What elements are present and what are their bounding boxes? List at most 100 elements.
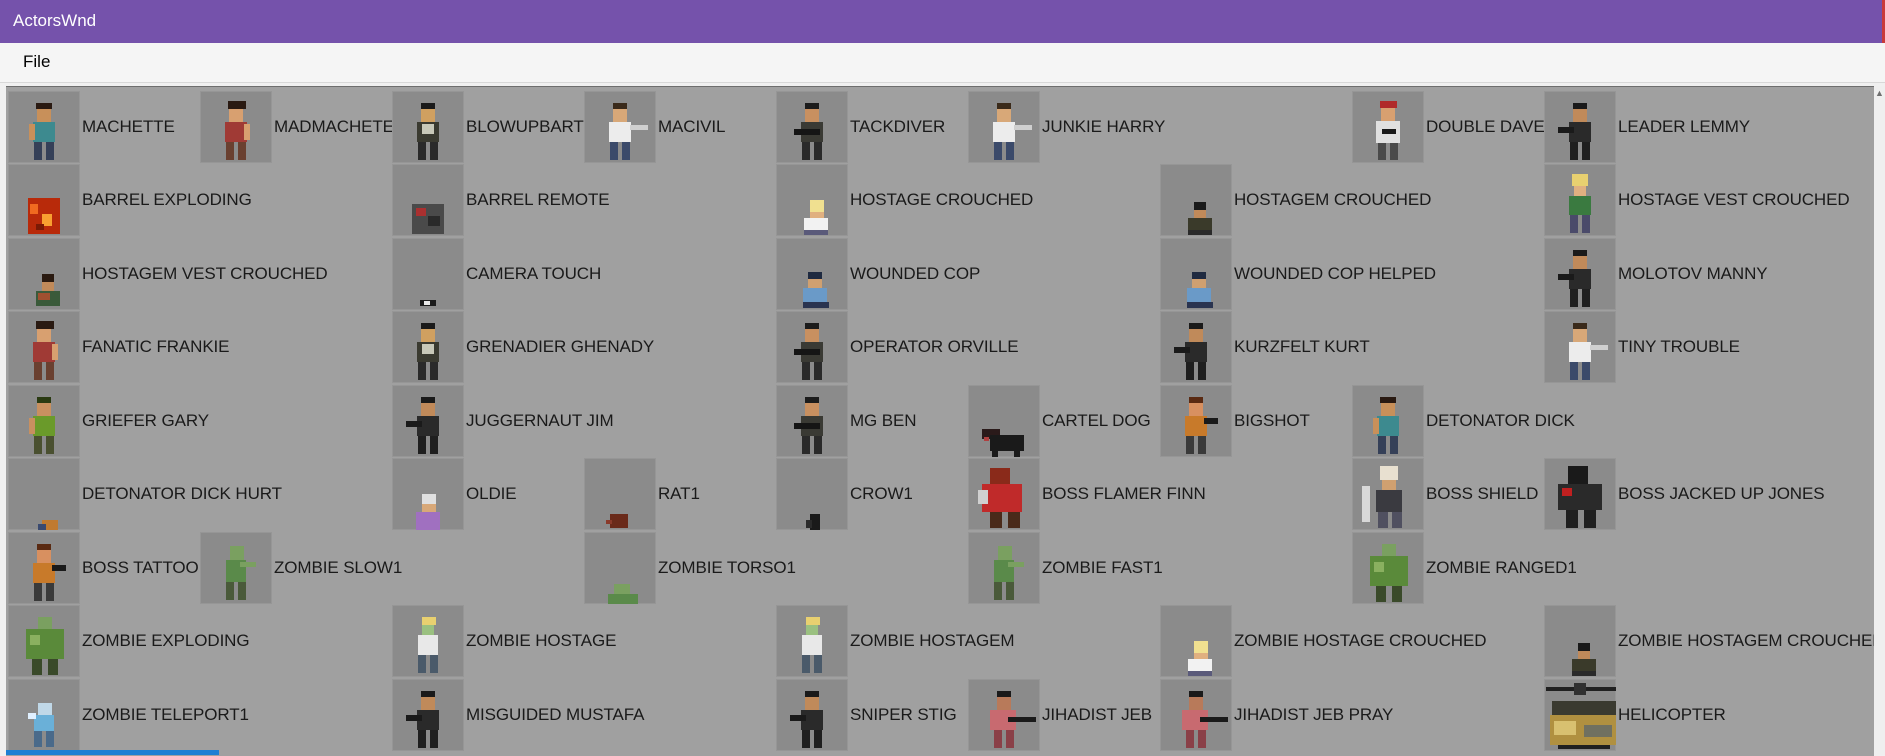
actor-grid[interactable]: MACHETTE MADMACHETE BLOWUPBART MACIVIL TACKD… — [6, 86, 1874, 756]
scroll-up-arrow-icon[interactable]: ▲ — [1875, 88, 1884, 98]
sprite-pixel — [1558, 744, 1610, 749]
actor-tile[interactable]: MOLOTOV MANNY — [1544, 237, 1768, 310]
actor-label: FANATIC FRANKIE — [82, 337, 230, 356]
actor-tile[interactable]: KURZFELT KURT — [1160, 311, 1370, 384]
actor-tile[interactable]: BARREL REMOTE — [392, 164, 610, 237]
sprite-pixel — [1008, 512, 1020, 528]
actor-tile[interactable]: TACKDIVER — [776, 90, 945, 163]
horizontal-scrollbar-thumb[interactable] — [6, 750, 219, 755]
actor-tile[interactable]: HOSTAGEM VEST CROUCHED — [8, 237, 328, 310]
actor-tile[interactable]: HOSTAGE VEST CROUCHED — [1544, 164, 1850, 237]
actor-tile[interactable]: ZOMBIE EXPLODING — [8, 605, 250, 678]
actor-tile[interactable]: JIHADIST JEB — [968, 678, 1152, 751]
actor-tile[interactable]: HOSTAGEM CROUCHED — [1160, 164, 1431, 237]
actor-label: ZOMBIE HOSTAGEM — [850, 631, 1015, 650]
sprite-pixel — [1570, 288, 1578, 307]
actor-thumbnail — [392, 458, 464, 530]
sprite-pixel — [430, 655, 438, 673]
actor-tile[interactable]: BLOWUPBART — [392, 90, 584, 163]
sprite-pixel — [46, 582, 54, 601]
actor-tile[interactable]: BOSS SHIELD — [1352, 458, 1538, 531]
actor-tile[interactable]: BOSS JACKED UP JONES — [1544, 458, 1825, 531]
sprite-pixel — [1582, 362, 1590, 380]
sprite-pixel — [1578, 651, 1590, 659]
actor-tile[interactable]: MG BEN — [776, 384, 917, 457]
actor-label: DETONATOR DICK HURT — [82, 484, 282, 503]
actor-label: GRIEFER GARY — [82, 410, 209, 430]
sprite-pixel — [1378, 435, 1386, 454]
actor-tile[interactable]: LEADER LEMMY — [1544, 90, 1750, 163]
actor-tile[interactable]: ZOMBIE HOSTAGE — [392, 605, 616, 678]
actor-tile[interactable]: BARREL EXPLODING — [8, 164, 252, 237]
sprite-pixel — [1192, 271, 1206, 279]
actor-tile[interactable]: JUGGERNAUT JIM — [392, 384, 614, 457]
actor-tile[interactable]: CROW1 — [776, 458, 913, 531]
actor-tile[interactable]: SNIPER STIG — [776, 678, 957, 751]
vertical-scrollbar[interactable]: ▲ — [1874, 86, 1885, 755]
actor-tile[interactable]: MADMACHETE — [200, 90, 394, 163]
actor-tile[interactable]: CARTEL DOG — [968, 384, 1151, 457]
actor-tile[interactable]: ZOMBIE HOSTAGEM — [776, 605, 1015, 678]
actor-tile[interactable]: MACHETTE — [8, 90, 175, 163]
sprite-pixel — [424, 300, 430, 305]
sprite-pixel — [805, 402, 819, 416]
sprite-pixel — [1194, 210, 1206, 218]
sprite-pixel — [1390, 435, 1398, 454]
actor-tile[interactable]: FANATIC FRANKIE — [8, 311, 230, 384]
sprite-pixel — [244, 123, 250, 140]
actor-tile[interactable]: OLDIE — [392, 458, 517, 531]
sprite-pixel — [1376, 585, 1386, 602]
actor-tile[interactable]: GRENADIER GHENADY — [392, 311, 654, 384]
actor-tile[interactable]: WOUNDED COP — [776, 237, 980, 310]
actor-tile[interactable]: BIGSHOT — [1160, 384, 1310, 457]
sprite-pixel — [32, 659, 42, 675]
actor-tile[interactable]: JIHADIST JEB PRAY — [1160, 678, 1393, 751]
actor-tile[interactable]: BOSS TATTOO — [8, 531, 199, 604]
actor-tile[interactable]: DOUBLE DAVE — [1352, 90, 1545, 163]
actor-tile[interactable]: MACIVIL — [584, 90, 725, 163]
sprite-pixel — [1378, 142, 1386, 160]
actor-tile[interactable]: ZOMBIE SLOW1 — [200, 531, 402, 604]
actor-tile[interactable]: WOUNDED COP HELPED — [1160, 237, 1436, 310]
sprite-pixel — [229, 108, 243, 122]
actor-thumbnail — [392, 164, 464, 236]
actor-tile[interactable]: CAMERA TOUCH — [392, 237, 601, 310]
sprite-pixel — [990, 468, 1010, 484]
actor-label: HOSTAGE CROUCHED — [850, 190, 1034, 209]
actor-tile[interactable]: GRIEFER GARY — [8, 384, 209, 457]
actor-label: JUNKIE HARRY — [1042, 116, 1166, 136]
actor-tile[interactable]: MISGUIDED MUSTAFA — [392, 678, 644, 751]
actor-label: LEADER LEMMY — [1618, 116, 1751, 136]
actor-thumbnail — [8, 90, 80, 163]
sprite-pixel — [48, 659, 58, 675]
sprite-pixel — [226, 141, 234, 160]
actor-thumbnail — [1352, 90, 1424, 163]
menu-file[interactable]: File — [12, 49, 61, 75]
actor-tile[interactable]: HELICOPTER — [1544, 678, 1726, 751]
actor-tile[interactable]: ZOMBIE HOSTAGEM CROUCHED — [1544, 605, 1874, 678]
actor-label: HOSTAGEM CROUCHED — [1234, 190, 1432, 209]
actor-thumbnail — [8, 605, 80, 677]
actor-label: CARTEL DOG — [1042, 410, 1151, 430]
actor-tile[interactable]: TINY TROUBLE — [1544, 311, 1740, 384]
actor-tile[interactable]: BOSS FLAMER FINN — [968, 458, 1206, 531]
sprite-pixel — [1382, 543, 1396, 556]
actor-tile[interactable]: ZOMBIE FAST1 — [968, 531, 1163, 604]
actor-tile[interactable]: DETONATOR DICK — [1352, 384, 1575, 457]
actor-tile[interactable]: ZOMBIE RANGED1 — [1352, 531, 1577, 604]
sprite-pixel — [806, 617, 820, 625]
actor-tile[interactable]: DETONATOR DICK HURT — [8, 458, 282, 531]
sprite-pixel — [1186, 435, 1194, 454]
actor-tile[interactable]: ZOMBIE TELEPORT1 — [8, 678, 249, 751]
actor-thumbnail — [8, 164, 80, 236]
actor-tile[interactable]: JUNKIE HARRY — [968, 90, 1165, 163]
sprite-pixel — [1380, 466, 1398, 480]
actor-tile[interactable]: HOSTAGE CROUCHED — [776, 164, 1033, 237]
actor-tile[interactable]: ZOMBIE HOSTAGE CROUCHED — [1160, 605, 1487, 678]
sprite-pixel — [1187, 301, 1213, 308]
actor-tile[interactable]: OPERATOR ORVILLE — [776, 311, 1019, 384]
actor-tile[interactable]: RAT1 — [584, 458, 700, 531]
sprite-pixel — [1006, 581, 1014, 600]
actor-label: BLOWUPBART — [466, 116, 584, 136]
actor-tile[interactable]: ZOMBIE TORSO1 — [584, 531, 796, 604]
